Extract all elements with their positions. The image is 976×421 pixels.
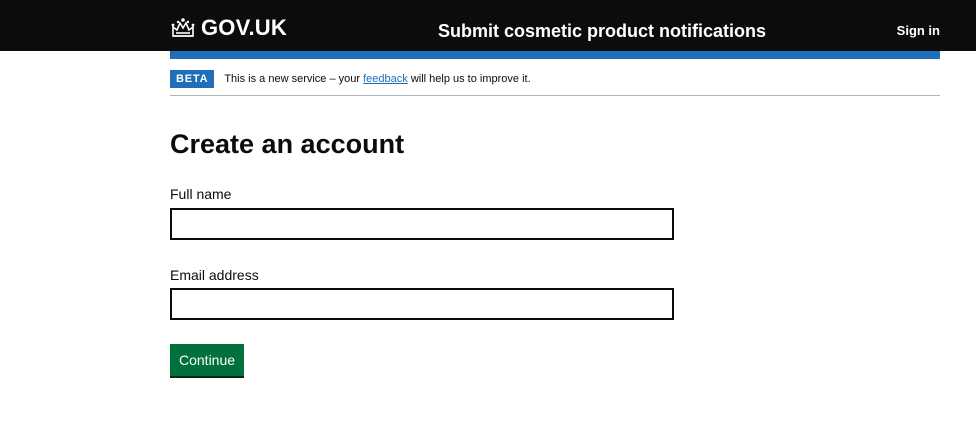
phase-banner: BETA This is a new service – your feedba…	[170, 67, 940, 96]
phase-text-after: will help us to improve it.	[407, 73, 531, 85]
continue-button[interactable]: Continue	[170, 344, 245, 376]
phase-banner-text: This is a new service – your feedback wi…	[224, 72, 530, 86]
full-name-input[interactable]	[170, 208, 674, 240]
sign-in-link[interactable]: Sign in	[897, 23, 940, 39]
page-title: Create an account	[170, 129, 405, 159]
logo-text: GOV.UK	[201, 15, 287, 40]
email-address-input[interactable]	[170, 288, 674, 320]
phase-text-before: This is a new service – your	[224, 73, 364, 85]
govuk-logo-link[interactable]: GOV.UK	[170, 16, 287, 40]
header-blue-bar	[170, 51, 940, 59]
service-name-link[interactable]: Submit cosmetic product notifications	[438, 19, 766, 43]
email-address-label: Email address	[170, 267, 259, 283]
crown-icon	[170, 17, 196, 39]
full-name-label: Full name	[170, 186, 232, 202]
beta-tag: BETA	[170, 70, 215, 88]
feedback-link[interactable]: feedback	[363, 73, 408, 85]
